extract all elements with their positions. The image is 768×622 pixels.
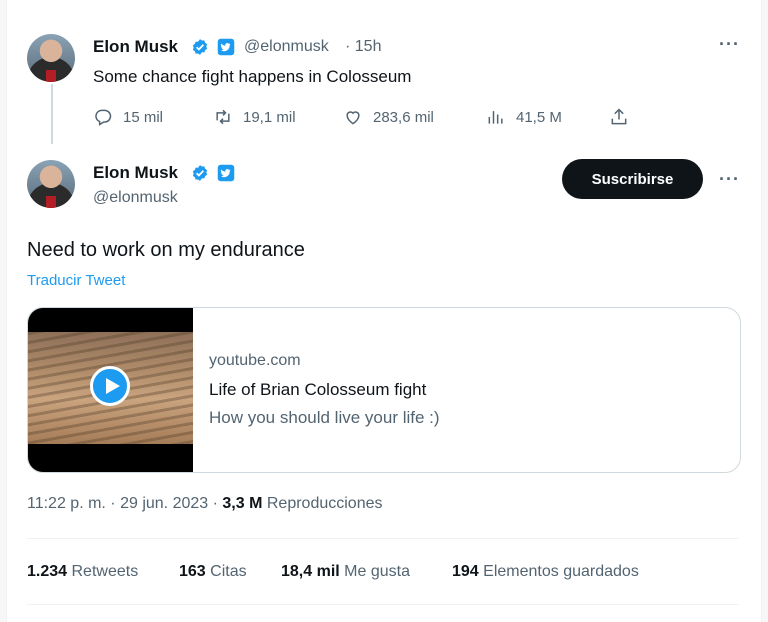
- like-count: 283,6 mil: [373, 108, 434, 126]
- tweet-timestamp[interactable]: 11:22 p. m. · 29 jun. 2023 ·: [27, 495, 218, 512]
- card-title: Life of Brian Colosseum fight: [209, 380, 427, 399]
- views-label: Reproducciones: [266, 495, 383, 512]
- parent-author-name[interactable]: Elon Musk: [93, 37, 178, 57]
- card-description: How you should live your life :): [209, 408, 440, 427]
- main-avatar[interactable]: [27, 160, 75, 208]
- stat-count: 18,4 mil: [281, 563, 340, 580]
- share-action[interactable]: [609, 107, 629, 127]
- stat-label: Citas: [210, 563, 247, 580]
- stat-likes[interactable]: 18,4 mil Me gusta: [281, 563, 410, 581]
- card-domain: youtube.com: [209, 352, 301, 369]
- main-author-handle[interactable]: @elonmusk: [93, 189, 178, 207]
- retweet-count: 19,1 mil: [243, 108, 296, 126]
- reply-icon: [95, 109, 112, 126]
- stat-retweets[interactable]: 1.234 Retweets: [27, 563, 138, 581]
- stat-count: 194: [452, 563, 479, 580]
- divider: [27, 538, 739, 539]
- heart-icon: [346, 111, 360, 125]
- parent-more-icon[interactable]: ···: [719, 34, 740, 55]
- tweet-meta-line: 11:22 p. m. · 29 jun. 2023 · 3,3 M Repro…: [27, 495, 382, 513]
- analytics-icon: [488, 111, 503, 124]
- thread-connector-line: [51, 84, 53, 144]
- divider: [27, 604, 739, 605]
- share-icon: [611, 108, 627, 125]
- main-author-name[interactable]: Elon Musk: [93, 163, 178, 183]
- stat-count: 1.234: [27, 563, 68, 580]
- parent-author-handle[interactable]: @elonmusk: [244, 38, 329, 56]
- stat-bookmarks[interactable]: 194 Elementos guardados: [452, 563, 639, 581]
- play-icon[interactable]: [90, 366, 130, 406]
- stat-quotes[interactable]: 163 Citas: [179, 563, 247, 581]
- reply-count: 15 mil: [123, 108, 164, 126]
- twitter-affiliate-icon: [217, 164, 235, 182]
- like-action[interactable]: 283,6 mil: [343, 107, 434, 127]
- reply-action[interactable]: 15 mil: [93, 107, 163, 127]
- parent-avatar[interactable]: [27, 34, 75, 82]
- translate-tweet-link[interactable]: Traducir Tweet: [27, 272, 125, 289]
- views-action[interactable]: 41,5 M: [486, 107, 562, 127]
- main-more-icon[interactable]: ···: [719, 169, 740, 190]
- verified-badge-icon: [192, 39, 208, 55]
- retweet-icon: [216, 109, 230, 125]
- verified-badge-icon: [192, 165, 208, 181]
- subscribe-button[interactable]: Suscribirse: [562, 159, 703, 199]
- stat-label: Elementos guardados: [483, 563, 639, 580]
- stat-count: 163: [179, 563, 206, 580]
- retweet-action[interactable]: 19,1 mil: [213, 107, 296, 127]
- link-preview-card[interactable]: youtube.com Life of Brian Colosseum figh…: [27, 307, 741, 473]
- main-tweet-text: Need to work on my endurance: [27, 239, 305, 261]
- views-total: 3,3 M: [222, 495, 263, 512]
- views-count: 41,5 M: [516, 108, 562, 126]
- parent-tweet-text: Some chance fight happens in Colosseum: [93, 67, 412, 86]
- parent-timestamp[interactable]: · 15h: [345, 38, 381, 56]
- stat-label: Retweets: [71, 563, 139, 580]
- stat-label: Me gusta: [344, 563, 410, 580]
- twitter-affiliate-icon: [217, 38, 235, 56]
- tweet-detail-card: Elon Musk @elonmusk · 15h ··· Some chanc…: [6, 0, 762, 622]
- video-thumbnail[interactable]: [28, 308, 193, 472]
